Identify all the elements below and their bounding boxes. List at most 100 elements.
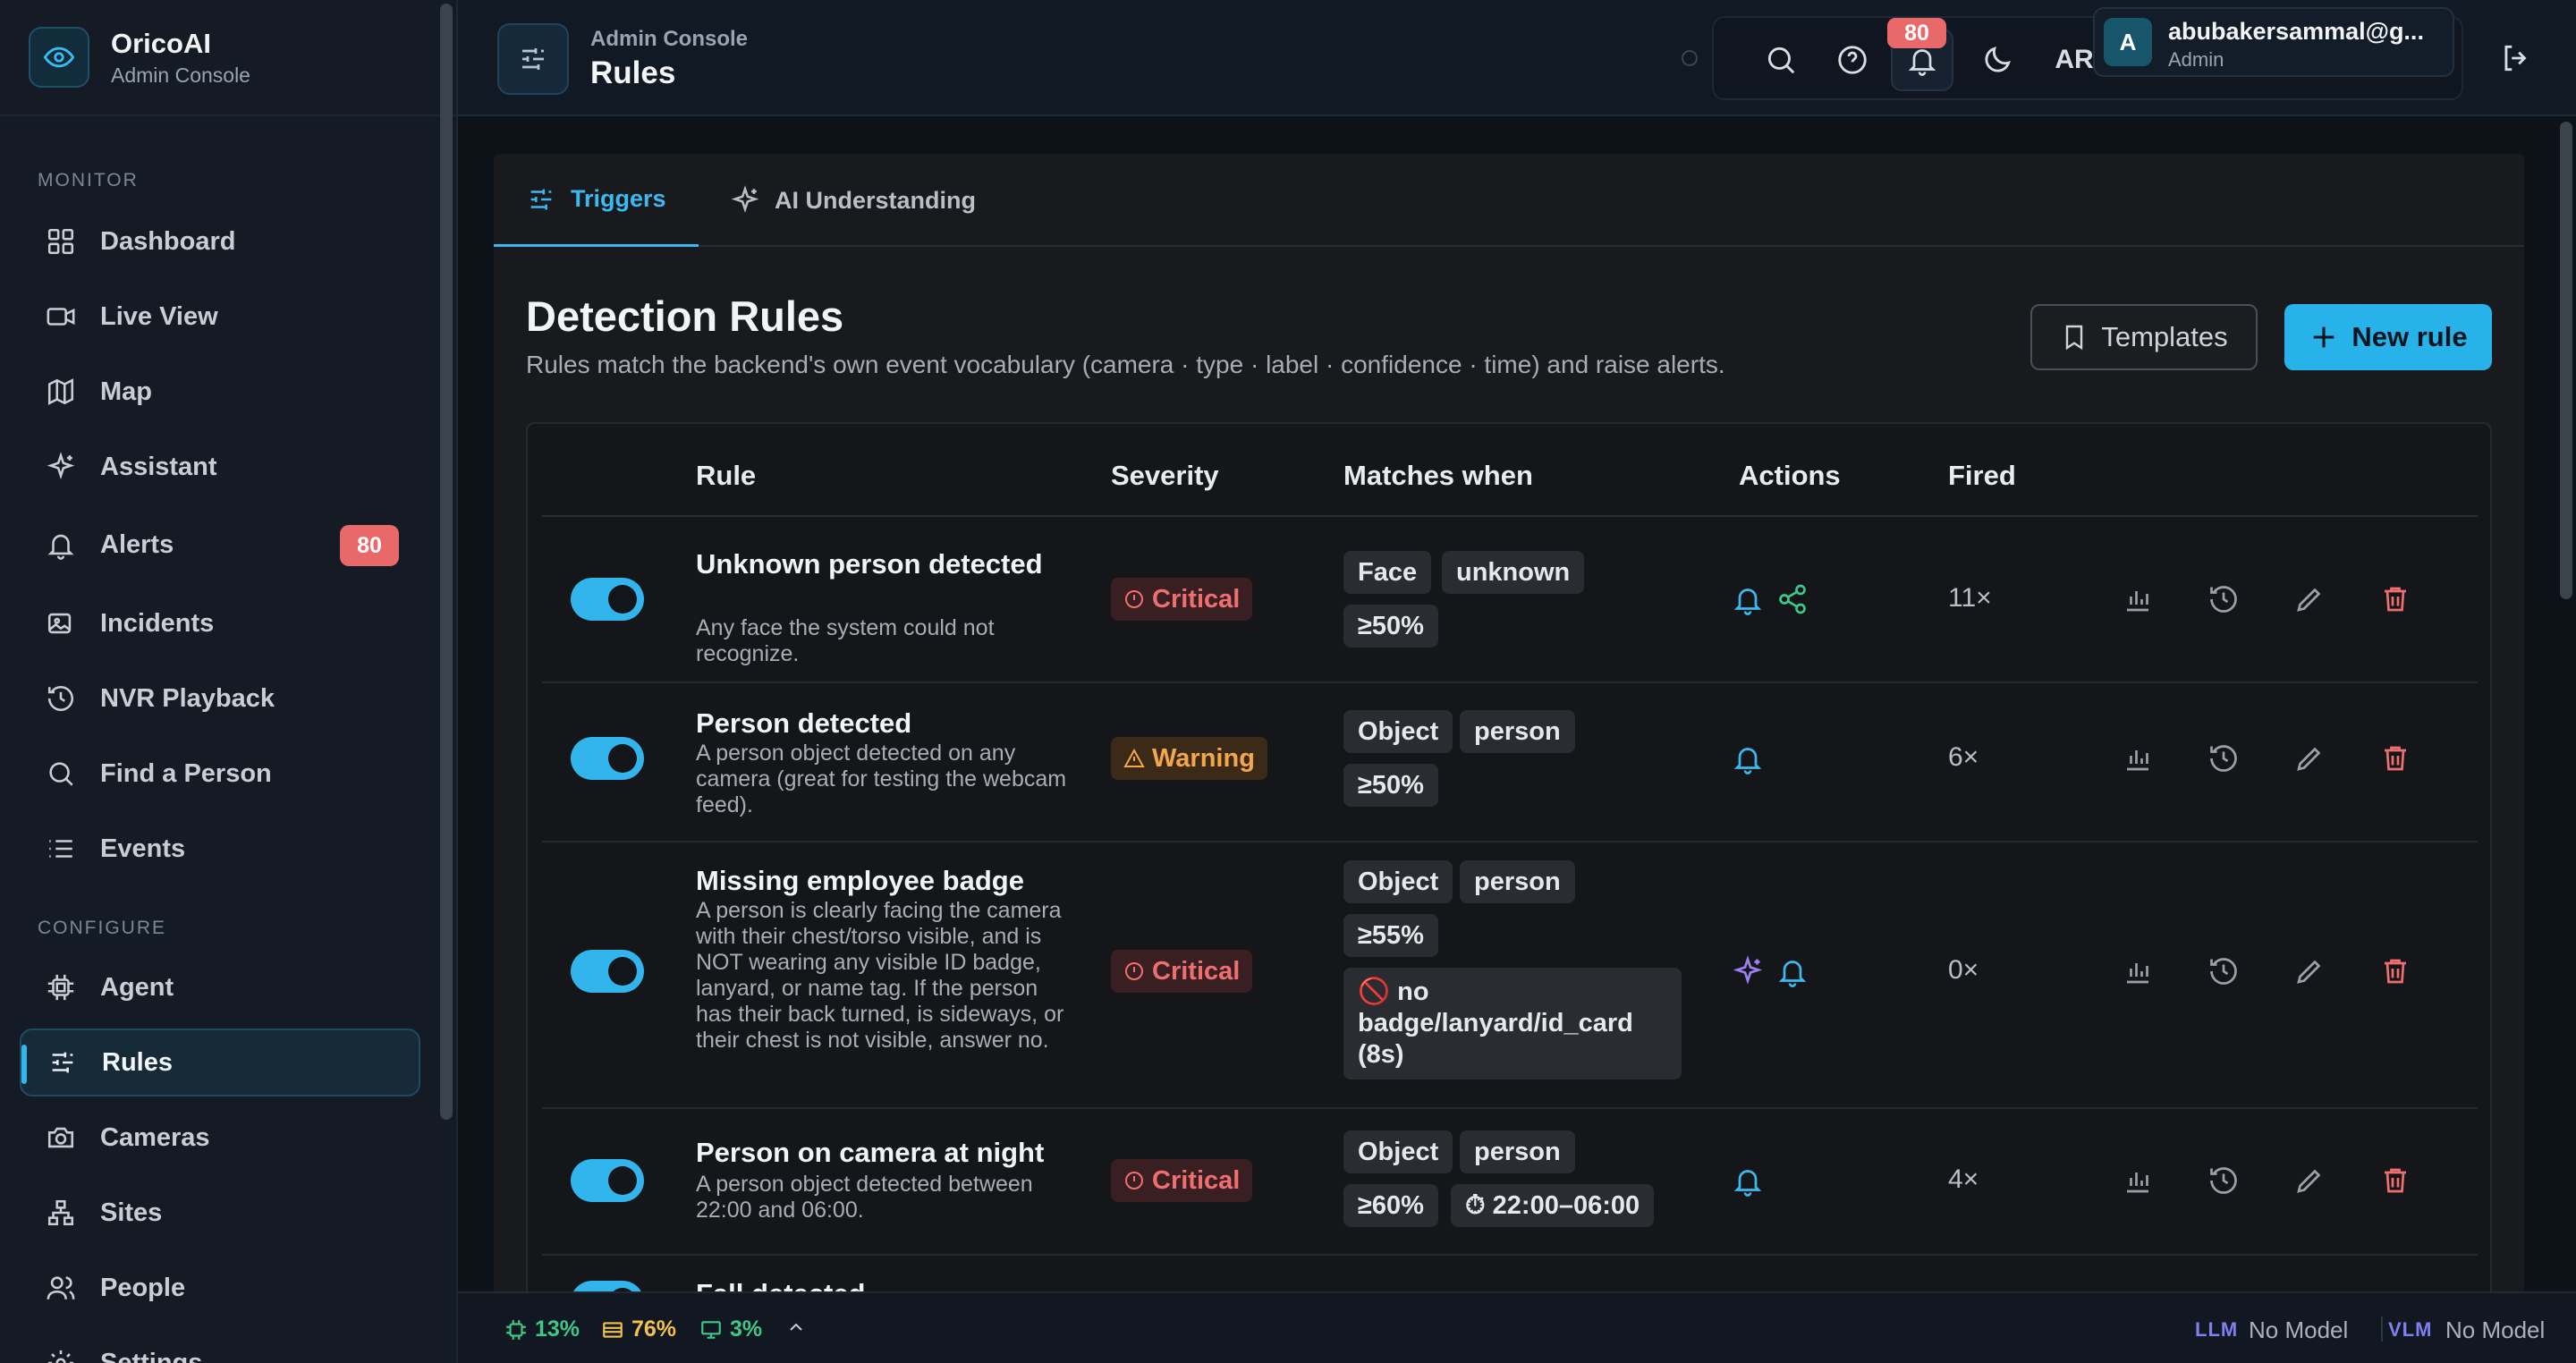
sidebar-item-map[interactable]: Map	[20, 358, 420, 426]
sidebar-item-assistant[interactable]: Assistant	[20, 433, 420, 501]
rule-actions	[1732, 583, 1809, 615]
gpu-usage: 3%	[699, 1316, 762, 1342]
edit-button[interactable]	[2288, 578, 2331, 621]
pencil-icon	[2297, 1169, 2321, 1193]
table-header: Rule Severity Matches when Actions Fired	[542, 424, 2478, 517]
expand-stats-button[interactable]	[785, 1316, 807, 1338]
trash-icon	[2385, 959, 2406, 984]
search-button[interactable]	[1750, 29, 1812, 91]
memory-icon	[601, 1318, 624, 1342]
edit-button[interactable]	[2288, 737, 2331, 780]
trash-icon	[2385, 746, 2406, 771]
memory-value: 76%	[631, 1316, 677, 1342]
rule-description: Any face the system could not recognize.	[696, 615, 995, 666]
monitor-section-label: MONITOR	[38, 170, 139, 190]
sidebar-item-incidents[interactable]: Incidents	[20, 589, 420, 657]
rule-enabled-toggle[interactable]	[571, 578, 644, 621]
bar-chart-icon	[2127, 963, 2148, 984]
bell-icon	[43, 527, 79, 563]
sidebar-item-people[interactable]: People	[20, 1254, 420, 1322]
bell-icon	[1733, 588, 1762, 615]
sidebar-scrollbar[interactable]	[440, 4, 453, 1120]
history-button[interactable]	[2202, 737, 2245, 780]
sidebar-item-label: Incidents	[100, 608, 215, 638]
bell-icon	[1778, 961, 1807, 987]
sidebar-item-find-a-person[interactable]: Find a Person	[20, 740, 420, 808]
severity-badge: Warning	[1111, 737, 1267, 780]
brand-subtitle: Admin Console	[111, 63, 250, 87]
rule-name: Person detected	[696, 707, 912, 739]
history-button[interactable]	[2202, 578, 2245, 621]
severity-label: Critical	[1152, 956, 1241, 986]
new-rule-button[interactable]: New rule	[2284, 304, 2492, 370]
chevron-up-icon	[790, 1323, 802, 1331]
sidebar-item-live-view[interactable]: Live View	[20, 283, 420, 351]
sidebar-item-agent[interactable]: Agent	[20, 953, 420, 1021]
fired-count: 11×	[1948, 583, 1992, 613]
severity-label: Critical	[1152, 584, 1241, 614]
severity-label: Warning	[1152, 743, 1255, 773]
stats-button[interactable]	[2116, 1159, 2159, 1202]
share-icon	[1779, 584, 1806, 614]
user-menu[interactable]: A abubakersammal@g... Admin	[2093, 7, 2454, 77]
llm-label: LLM	[2195, 1318, 2239, 1341]
brand-name: OricoAI	[111, 27, 211, 59]
templates-label: Templates	[2101, 321, 2228, 352]
image-icon	[43, 605, 79, 641]
sidebar-item-dashboard[interactable]: Dashboard	[20, 207, 420, 275]
rule-enabled-toggle[interactable]	[571, 950, 644, 993]
sidebar-item-sites[interactable]: Sites	[20, 1179, 420, 1247]
chip-icon	[43, 969, 79, 1005]
stats-button[interactable]	[2116, 578, 2159, 621]
rule-enabled-toggle[interactable]	[571, 737, 644, 780]
sidebar-item-settings[interactable]: Settings	[20, 1329, 420, 1363]
rules-table: Rule Severity Matches when Actions Fired…	[526, 422, 2492, 1363]
status-divider	[2381, 1316, 2383, 1342]
sparkle-icon	[1733, 955, 1763, 985]
column-header-actions: Actions	[1739, 460, 1841, 491]
delete-button[interactable]	[2374, 578, 2417, 621]
delete-button[interactable]	[2374, 950, 2417, 993]
bar-chart-icon	[2127, 750, 2148, 771]
history-button[interactable]	[2202, 950, 2245, 993]
cpu-value: 13%	[535, 1316, 580, 1342]
main-scrollbar[interactable]	[2560, 122, 2572, 599]
tab-ai-understanding[interactable]: AI Understanding	[698, 154, 1008, 247]
plus-icon	[2309, 322, 2339, 352]
grid-icon	[43, 224, 79, 259]
eye-logo-icon	[29, 27, 89, 88]
templates-button[interactable]: Templates	[2030, 304, 2258, 370]
delete-button[interactable]	[2374, 1159, 2417, 1202]
sidebar-item-label: Find a Person	[100, 758, 272, 788]
sidebar-item-nvr-playback[interactable]: NVR Playback	[20, 665, 420, 732]
sidebar-item-events[interactable]: Events	[20, 815, 420, 883]
match-chip: person	[1460, 860, 1575, 903]
edit-button[interactable]	[2288, 950, 2331, 993]
severity-label: Critical	[1152, 1165, 1241, 1195]
sidebar-item-cameras[interactable]: Cameras	[20, 1104, 420, 1172]
sidebar-item-alerts[interactable]: Alerts 80	[20, 511, 420, 579]
match-chip: unknown	[1442, 551, 1585, 594]
brand[interactable]: OricoAI Admin Console	[0, 0, 456, 116]
help-button[interactable]	[1821, 29, 1884, 91]
row-action-buttons	[2116, 737, 2456, 780]
edit-button[interactable]	[2288, 1159, 2331, 1202]
rule-description: A person object detected between 22:00 a…	[696, 1172, 1033, 1223]
history-button[interactable]	[2202, 1159, 2245, 1202]
alert-circle-icon	[1123, 961, 1145, 982]
sidebar-item-rules[interactable]: Rules	[20, 1029, 420, 1096]
vlm-value: No Model	[2445, 1316, 2546, 1343]
search-icon	[1767, 47, 1795, 74]
severity-badge: Critical	[1111, 578, 1253, 621]
map-icon	[43, 374, 79, 410]
sidebar-toggle-button[interactable]	[497, 23, 569, 95]
rule-enabled-toggle[interactable]	[571, 1159, 644, 1202]
stats-button[interactable]	[2116, 950, 2159, 993]
logout-button[interactable]	[2485, 27, 2547, 89]
stats-button[interactable]	[2116, 737, 2159, 780]
theme-toggle-button[interactable]	[1966, 29, 2029, 91]
fired-count: 6×	[1948, 742, 1979, 772]
delete-button[interactable]	[2374, 737, 2417, 780]
rule-actions	[1732, 955, 1809, 987]
tab-triggers[interactable]: Triggers	[494, 154, 699, 247]
